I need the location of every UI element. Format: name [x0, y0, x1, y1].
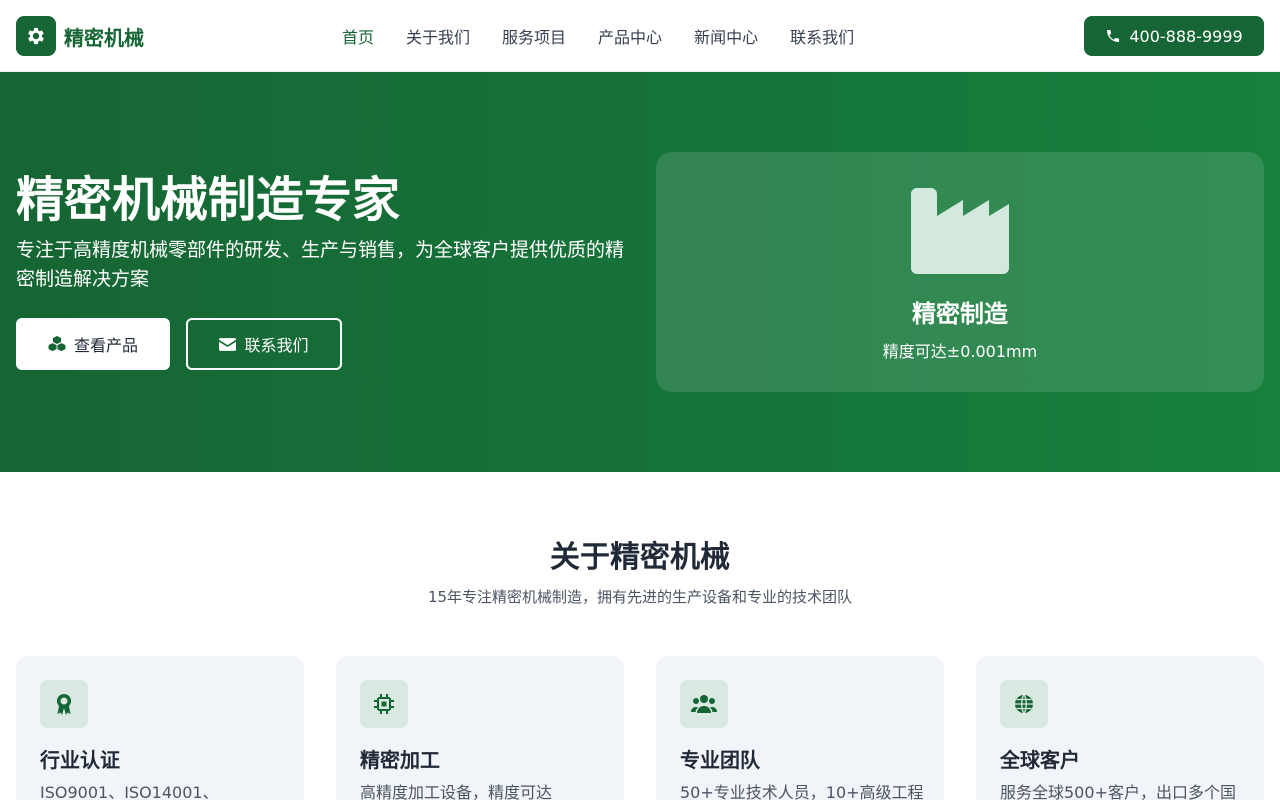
hero-description: 专注于高精度机械零部件的研发、生产与销售，为全球客户提供优质的精密制造解决方案: [16, 239, 625, 290]
contact-us-label: 联系我们: [244, 336, 309, 355]
logo[interactable]: 精密机械: [16, 16, 144, 56]
about-subtitle: 15年专注精密机械制造，拥有先进的生产设备和专业的技术团队: [427, 588, 853, 606]
site-header: 精密机械 首页 关于我们 服务项目 产品中心 新闻中心 联系我们 400-888…: [0, 0, 1280, 72]
gear-icon: [16, 16, 56, 56]
feature-card-team: 专业团队 50+专业技术人员，10+高级工程: [656, 656, 944, 800]
cubes-icon: [48, 336, 66, 352]
award-icon: [40, 680, 88, 728]
feature-title: 专业团队: [680, 748, 760, 772]
team-icon: [680, 680, 728, 728]
feature-cards: 行业认证 ISO9001、ISO14001、 精密加工 高精度加工设备，精度可达…: [16, 656, 1264, 800]
feature-title: 全球客户: [1000, 748, 1080, 772]
feature-title: 行业认证: [40, 748, 120, 772]
feature-description: 高精度加工设备，精度可达: [360, 783, 553, 800]
feature-card-certification: 行业认证 ISO9001、ISO14001、: [16, 656, 304, 800]
hero-card-title: 精密制造: [912, 300, 1008, 328]
phone-number: 400-888-9999: [1129, 26, 1243, 46]
nav-item-services[interactable]: 服务项目: [502, 24, 566, 48]
feature-description: ISO9001、ISO14001、: [40, 783, 219, 800]
feature-card-global: 全球客户 服务全球500+客户，出口多个国: [976, 656, 1264, 800]
globe-icon: [1000, 680, 1048, 728]
phone-icon: [1107, 30, 1120, 42]
main-nav: 首页 关于我们 服务项目 产品中心 新闻中心 联系我们: [342, 0, 886, 72]
nav-item-news[interactable]: 新闻中心: [694, 24, 758, 48]
nav-item-contact[interactable]: 联系我们: [790, 24, 854, 48]
about-title: 关于精密机械: [550, 540, 730, 575]
feature-description: 服务全球500+客户，出口多个国: [1000, 783, 1236, 800]
view-products-button[interactable]: 查看产品: [16, 318, 170, 370]
feature-card-machining: 精密加工 高精度加工设备，精度可达: [336, 656, 624, 800]
chip-icon: [360, 680, 408, 728]
hero-feature-card: 精密制造 精度可达±0.001mm: [656, 152, 1264, 392]
brand-name: 精密机械: [64, 25, 144, 50]
phone-button[interactable]: 400-888-9999: [1084, 16, 1264, 56]
nav-item-home[interactable]: 首页: [342, 24, 374, 48]
factory-icon: [911, 188, 1009, 274]
hero-title: 精密机械制造专家: [16, 172, 401, 228]
nav-item-products[interactable]: 产品中心: [598, 24, 662, 48]
view-products-label: 查看产品: [73, 336, 138, 355]
nav-item-about[interactable]: 关于我们: [406, 24, 470, 48]
envelope-icon: [219, 337, 237, 351]
feature-description: 50+专业技术人员，10+高级工程: [680, 783, 924, 800]
feature-title: 精密加工: [360, 748, 440, 772]
hero-section: 精密机械制造专家 专注于高精度机械零部件的研发、生产与销售，为全球客户提供优质的…: [0, 72, 1280, 472]
hero-card-subtitle: 精度可达±0.001mm: [882, 342, 1038, 361]
contact-us-button[interactable]: 联系我们: [186, 318, 342, 370]
